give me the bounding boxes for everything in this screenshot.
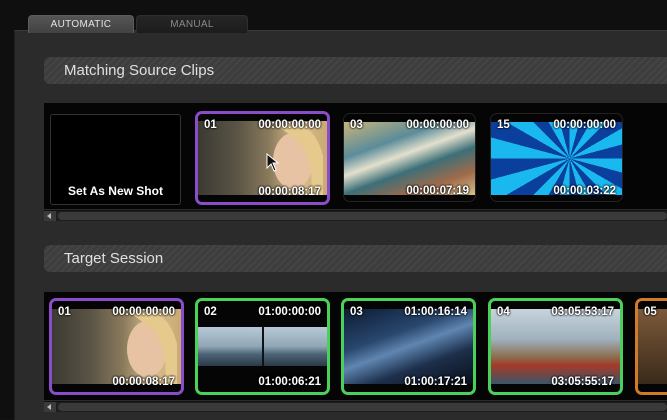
clip-thumbnail (344, 309, 473, 384)
clip-number: 05 (644, 306, 657, 318)
target-clips-scrollbar[interactable] (44, 401, 667, 412)
tab-automatic[interactable]: AUTOMATIC (28, 15, 134, 33)
clip-thumbnail (491, 309, 620, 384)
mouse-cursor-icon (266, 153, 280, 172)
woman-face-image (273, 124, 323, 195)
new-shot-label: Set As New Shot (68, 184, 163, 198)
section-title: Matching Source Clips (64, 62, 215, 79)
source-clip-03[interactable]: 03 00:00:00:00 00:00:07:19 (343, 113, 476, 202)
split-divider (262, 327, 264, 366)
scrollbar-thumb[interactable] (58, 403, 667, 411)
clip-timecode-in: 00:00:00:00 (258, 119, 321, 131)
clip-duration: 00:00:08:17 (112, 376, 175, 388)
clip-number: 04 (497, 306, 510, 318)
clip-duration: 01:00:17:21 (404, 376, 467, 388)
target-clip-01[interactable]: 01 00:00:00:00 00:00:08:17 (49, 298, 184, 395)
clip-number: 03 (350, 119, 363, 131)
clip-timecode-in: 03:05:53:17 (551, 306, 614, 318)
clip-timecode-in: 00:00:00:00 (406, 119, 469, 131)
section-title: Target Session (64, 250, 164, 267)
target-clip-03[interactable]: 03 01:00:16:14 01:00:17:21 (341, 298, 476, 395)
clip-timecode-in: 01:00:16:14 (404, 306, 467, 318)
source-clip-15[interactable]: 15 00:00:00:00 00:00:03:22 (490, 113, 623, 202)
clip-timecode-in: 00:00:00:00 (112, 306, 175, 318)
clip-thumbnail (638, 309, 667, 384)
set-as-new-shot-button[interactable]: Set As New Shot (50, 114, 181, 205)
matching-source-clips-header: Matching Source Clips (44, 57, 667, 84)
clip-timecode-in: 00:00:00:00 (553, 119, 616, 131)
scroll-left-icon[interactable] (44, 211, 56, 221)
target-clip-04[interactable]: 04 03:05:53:17 03:05:55:17 (488, 298, 623, 395)
clip-duration: 00:00:08:17 (258, 186, 321, 198)
scrollbar-thumb[interactable] (58, 212, 667, 220)
clip-number: 03 (350, 306, 363, 318)
source-clip-01[interactable]: 01 00:00:00:00 00:00:08:17 (195, 111, 330, 205)
clip-duration: 03:05:55:17 (551, 376, 614, 388)
target-clip-05[interactable]: 05 (635, 298, 667, 395)
tab-manual[interactable]: MANUAL (136, 15, 248, 33)
clip-number: 01 (58, 306, 71, 318)
clip-duration: 00:00:07:19 (406, 185, 469, 197)
target-session-header: Target Session (44, 245, 667, 272)
clip-thumbnail (198, 327, 327, 366)
clip-number: 02 (204, 306, 217, 318)
clip-duration: 01:00:06:21 (258, 376, 321, 388)
clip-thumbnail (52, 309, 181, 384)
clip-number: 15 (497, 119, 510, 131)
clip-timecode-in: 01:00:00:00 (258, 306, 321, 318)
target-clip-02[interactable]: 02 01:00:00:00 01:00:06:21 (195, 298, 330, 395)
woman-face-image (127, 312, 177, 384)
clip-duration: 00:00:03:22 (553, 185, 616, 197)
scroll-left-icon[interactable] (44, 402, 56, 412)
clip-thumbnail (198, 121, 327, 195)
matching-clips-scrollbar[interactable] (44, 210, 667, 221)
clip-number: 01 (204, 119, 217, 131)
